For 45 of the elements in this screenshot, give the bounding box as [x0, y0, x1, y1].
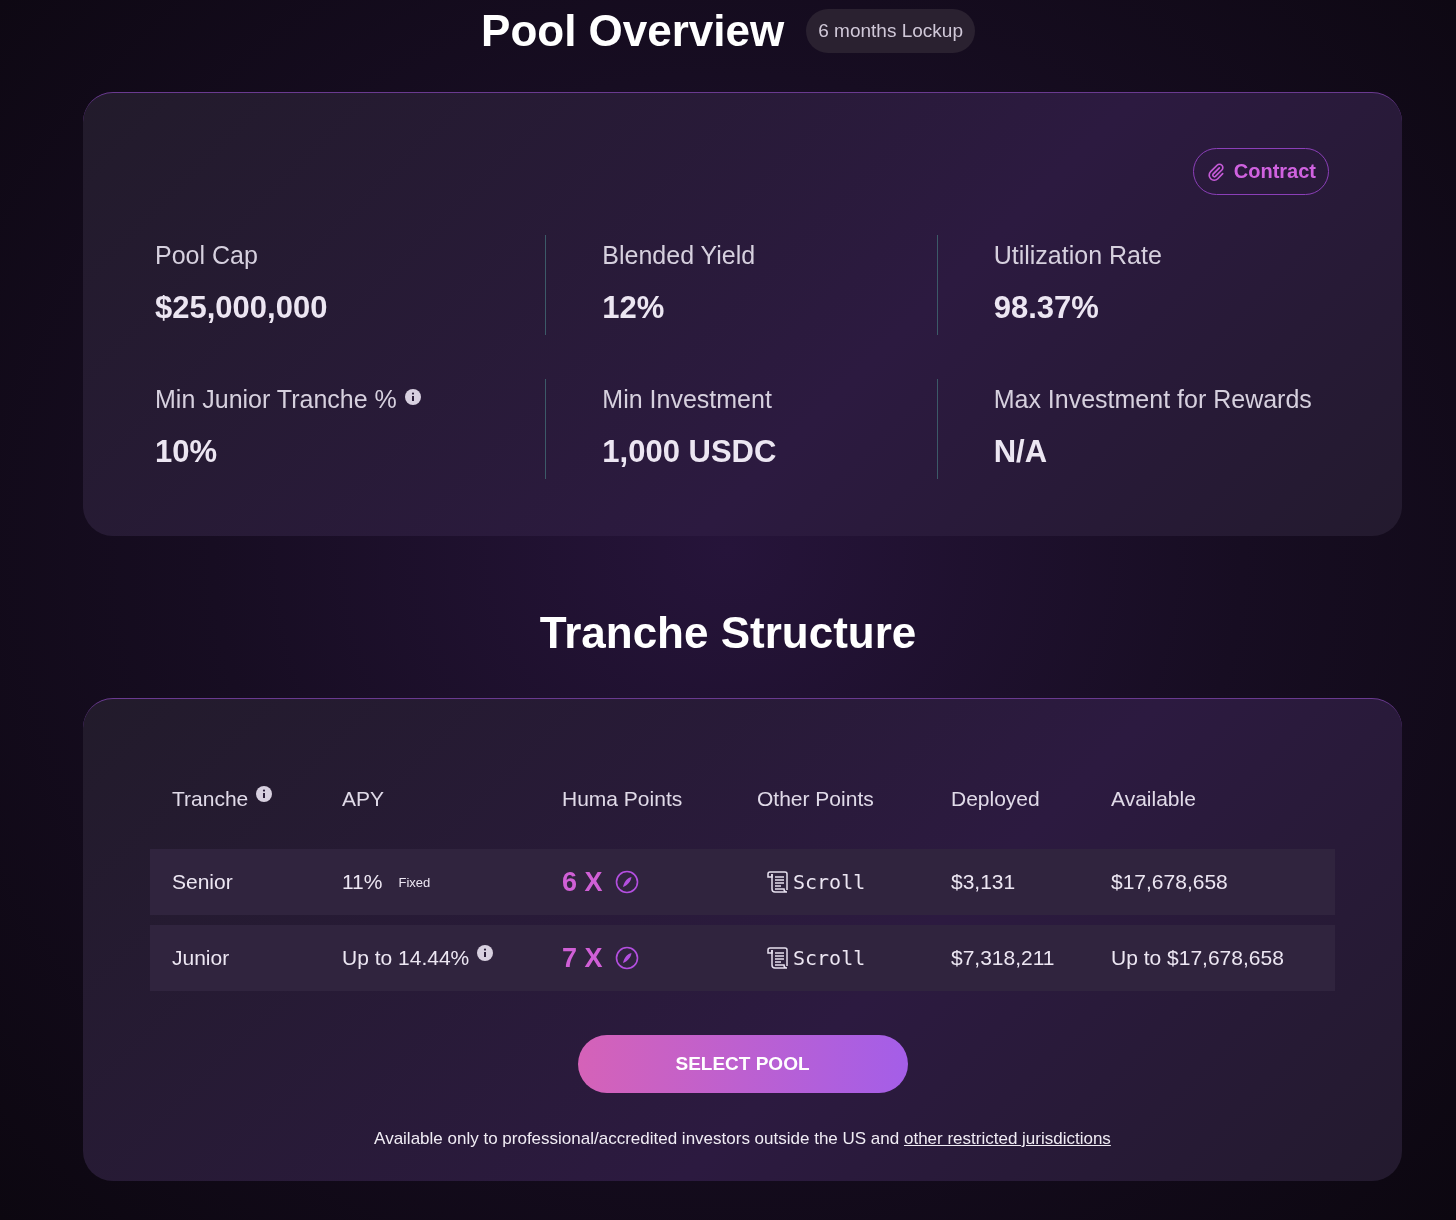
column-header: Huma Points	[562, 787, 683, 811]
stat-value: 12%	[602, 290, 666, 326]
stat-label: Min Investment	[602, 385, 772, 414]
scroll-icon	[765, 945, 791, 971]
disclaimer-text: Available only to professional/accredited investors outside the US and other restricted jurisdictions	[373, 1129, 1112, 1149]
stat-label: Utilization Rate	[993, 241, 1162, 270]
info-icon[interactable]	[404, 389, 421, 405]
tranche-name: Senior	[172, 870, 233, 894]
feather-icon	[614, 870, 639, 894]
stat-value: $25,000,000	[155, 290, 329, 326]
column-header: Tranche	[172, 787, 249, 811]
column-header: Other Points	[757, 787, 874, 811]
page-title: Pool Overview	[481, 6, 785, 56]
column-header: APY	[342, 787, 385, 811]
stat-value: 10%	[155, 434, 219, 470]
other-points: Scroll	[793, 946, 866, 970]
deployed-value: $3,131	[951, 870, 1016, 894]
stat-label: Blended Yield	[602, 241, 756, 270]
info-icon[interactable]	[477, 945, 494, 961]
feather-icon	[614, 946, 639, 970]
available-value: $17,678,658	[1111, 870, 1228, 894]
tranche-name: Junior	[172, 946, 230, 970]
available-value: Up to $17,678,658	[1111, 946, 1284, 970]
lockup-badge: 6 months Lockup	[806, 9, 975, 53]
huma-points: 6 X	[562, 866, 603, 898]
column-header: Deployed	[951, 787, 1040, 811]
jurisdictions-link[interactable]: other restricted jurisdictions	[903, 1129, 1111, 1148]
stat-value: 1,000 USDC	[602, 434, 778, 470]
scroll-icon	[765, 869, 791, 895]
stat-label: Min Junior Tranche %	[155, 385, 397, 414]
select-pool-button[interactable]: SELECT POOL	[577, 1035, 908, 1093]
apy-value: 11%	[342, 870, 383, 894]
stat-label: Max Investment for Rewards	[993, 385, 1312, 414]
fixed-tag: Fixed	[398, 874, 431, 890]
other-points: Scroll	[793, 870, 866, 894]
huma-points: 7 X	[562, 942, 603, 974]
paperclip-icon	[1205, 161, 1226, 182]
stat-value: 98.37%	[993, 290, 1100, 326]
column-header: Available	[1111, 787, 1196, 811]
stat-value: N/A	[993, 434, 1049, 470]
section-title: Tranche Structure	[538, 608, 918, 658]
apy-value: Up to 14.44%	[342, 946, 470, 970]
stat-label: Pool Cap	[155, 241, 258, 270]
deployed-value: $7,318,211	[951, 946, 1055, 970]
info-icon[interactable]	[256, 786, 273, 802]
